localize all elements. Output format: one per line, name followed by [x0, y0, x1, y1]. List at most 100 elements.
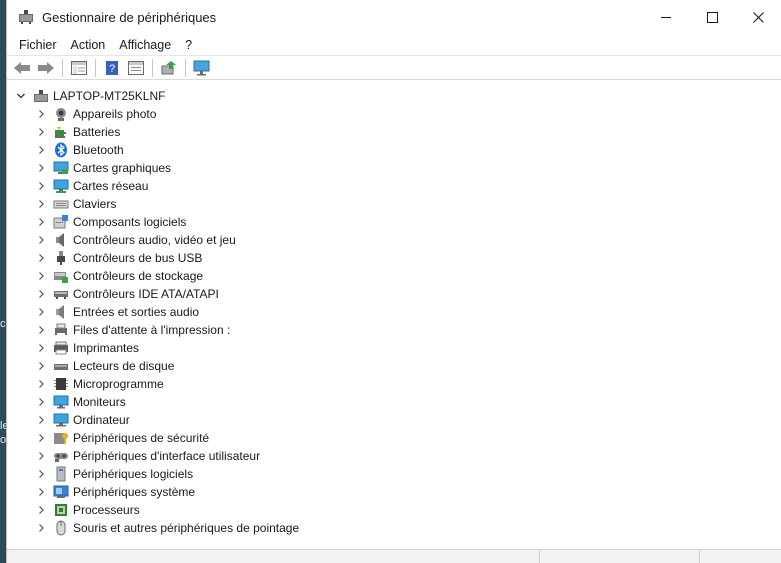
tree-category-computer[interactable]: Ordinateur: [7, 411, 781, 429]
expand-chevron-icon[interactable]: [35, 162, 47, 174]
menu-action[interactable]: Action: [64, 35, 113, 55]
expand-chevron-icon[interactable]: [35, 216, 47, 228]
tree-category-ide-controller[interactable]: Contrôleurs IDE ATA/ATAPI: [7, 285, 781, 303]
expand-chevron-icon[interactable]: [35, 144, 47, 156]
collapse-chevron-icon[interactable]: [15, 90, 27, 102]
update-driver-icon: [161, 60, 176, 74]
tree-category-battery[interactable]: Batteries: [7, 123, 781, 141]
category-label: Périphériques de sécurité: [73, 431, 210, 445]
category-label: Entrées et sorties audio: [73, 305, 200, 319]
menu-bar: Fichier Action Affichage ?: [7, 34, 781, 56]
device-manager-app-icon: [18, 9, 34, 25]
menu-fichier[interactable]: Fichier: [12, 35, 64, 55]
toolbar-separator: [152, 58, 153, 77]
svg-text:?: ?: [109, 63, 115, 75]
minimize-icon: [660, 16, 671, 18]
toolbar-separator: [95, 58, 96, 77]
title-bar[interactable]: Gestionnaire de périphériques: [7, 0, 781, 34]
minimize-button[interactable]: [643, 0, 689, 34]
tree-category-software-device[interactable]: Périphériques logiciels: [7, 465, 781, 483]
firmware-icon: [53, 376, 69, 392]
expand-chevron-icon[interactable]: [35, 342, 47, 354]
expand-chevron-icon[interactable]: [35, 522, 47, 534]
security-device-icon: [53, 430, 69, 446]
status-divider: [539, 550, 540, 563]
tree-category-network-adapter[interactable]: Cartes réseau: [7, 177, 781, 195]
expand-chevron-icon[interactable]: [35, 432, 47, 444]
help-button[interactable]: ?: [101, 58, 123, 78]
software-device-icon: [53, 466, 69, 482]
tree-category-speaker[interactable]: Contrôleurs audio, vidéo et jeu: [7, 231, 781, 249]
tree-category-printer[interactable]: Imprimantes: [7, 339, 781, 357]
tree-category-usb[interactable]: Contrôleurs de bus USB: [7, 249, 781, 267]
menu-affichage[interactable]: Affichage: [112, 35, 178, 55]
category-label: Files d'attente à l'impression :: [73, 323, 231, 337]
tree-category-display-adapter[interactable]: Cartes graphiques: [7, 159, 781, 177]
tree-category-print-queue[interactable]: Files d'attente à l'impression :: [7, 321, 781, 339]
status-bar: [7, 549, 781, 563]
expand-chevron-icon[interactable]: [35, 378, 47, 390]
expand-chevron-icon[interactable]: [35, 108, 47, 120]
console-tree-icon: [71, 60, 87, 75]
properties-button[interactable]: [125, 58, 147, 78]
expand-chevron-icon[interactable]: [35, 414, 47, 426]
tree-category-audio-io[interactable]: Entrées et sorties audio: [7, 303, 781, 321]
tree-category-keyboard[interactable]: Claviers: [7, 195, 781, 213]
toolbar: ?: [7, 56, 781, 80]
back-button[interactable]: [11, 58, 33, 78]
tree-category-bluetooth[interactable]: Bluetooth: [7, 141, 781, 159]
expand-chevron-icon[interactable]: [35, 198, 47, 210]
expand-chevron-icon[interactable]: [35, 234, 47, 246]
menu-help[interactable]: ?: [178, 35, 199, 55]
status-divider: [699, 550, 700, 563]
tree-category-security-device[interactable]: Périphériques de sécurité: [7, 429, 781, 447]
category-label: Cartes réseau: [73, 179, 149, 193]
monitor-icon: [53, 394, 69, 410]
tree-category-mouse[interactable]: Souris et autres périphériques de pointa…: [7, 519, 781, 537]
expand-chevron-icon[interactable]: [35, 324, 47, 336]
category-label: Périphériques d'interface utilisateur: [73, 449, 261, 463]
expand-chevron-icon[interactable]: [35, 126, 47, 138]
show-hide-console-tree-button[interactable]: [68, 58, 90, 78]
expand-chevron-icon[interactable]: [35, 306, 47, 318]
category-label: Contrôleurs de bus USB: [73, 251, 203, 265]
scan-hardware-button[interactable]: [191, 58, 213, 78]
bluetooth-icon: [53, 142, 69, 158]
update-driver-button[interactable]: [158, 58, 180, 78]
expand-chevron-icon[interactable]: [35, 360, 47, 372]
maximize-button[interactable]: [689, 0, 735, 34]
expand-chevron-icon[interactable]: [35, 180, 47, 192]
tree-category-camera[interactable]: Appareils photo: [7, 105, 781, 123]
close-button[interactable]: [735, 0, 781, 34]
expand-chevron-icon[interactable]: [35, 468, 47, 480]
category-label: Périphériques logiciels: [73, 467, 194, 481]
tree-root-computer[interactable]: LAPTOP-MT25KLNF: [7, 87, 781, 105]
tree-category-processor[interactable]: Processeurs: [7, 501, 781, 519]
category-label: Imprimantes: [73, 341, 140, 355]
expand-chevron-icon[interactable]: [35, 396, 47, 408]
category-label: Composants logiciels: [73, 215, 187, 229]
ide-controller-icon: [53, 286, 69, 302]
expand-chevron-icon[interactable]: [35, 486, 47, 498]
expand-chevron-icon[interactable]: [35, 450, 47, 462]
audio-io-icon: [53, 304, 69, 320]
expand-chevron-icon[interactable]: [35, 504, 47, 516]
category-label: Claviers: [73, 197, 117, 211]
forward-button[interactable]: [35, 58, 57, 78]
hid-icon: [53, 448, 69, 464]
tree-category-firmware[interactable]: Microprogramme: [7, 375, 781, 393]
tree-category-software-component[interactable]: Composants logiciels: [7, 213, 781, 231]
mouse-icon: [53, 520, 69, 536]
tree-category-system-device[interactable]: Périphériques système: [7, 483, 781, 501]
expand-chevron-icon[interactable]: [35, 252, 47, 264]
window-title: Gestionnaire de périphériques: [42, 9, 217, 25]
category-label: Contrôleurs audio, vidéo et jeu: [73, 233, 236, 247]
tree-category-monitor[interactable]: Moniteurs: [7, 393, 781, 411]
expand-chevron-icon[interactable]: [35, 288, 47, 300]
tree-category-storage-controller[interactable]: Contrôleurs de stockage: [7, 267, 781, 285]
expand-chevron-icon[interactable]: [35, 270, 47, 282]
tree-category-hid[interactable]: Périphériques d'interface utilisateur: [7, 447, 781, 465]
category-label: Batteries: [73, 125, 121, 139]
close-icon: [752, 11, 764, 23]
tree-category-disk-drive[interactable]: Lecteurs de disque: [7, 357, 781, 375]
